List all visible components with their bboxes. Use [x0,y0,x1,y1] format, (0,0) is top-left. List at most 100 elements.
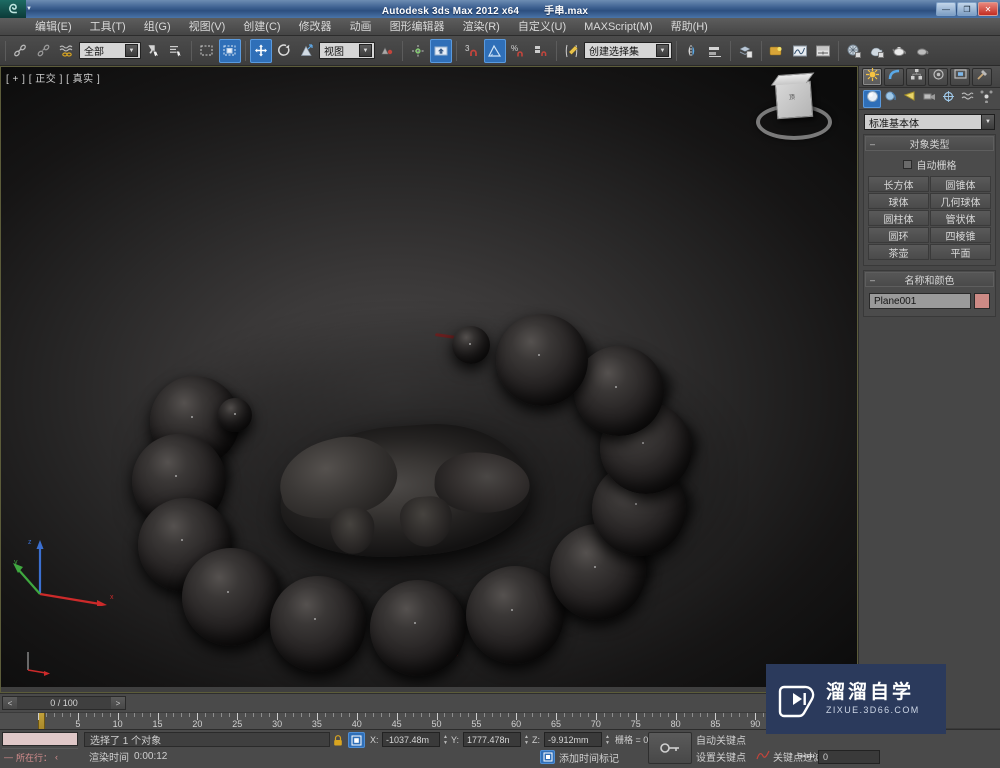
object-type-header[interactable]: – 对象类型 [865,136,994,151]
select-and-scale-button[interactable] [296,39,318,63]
selection-lock-toggle-button[interactable] [330,733,346,747]
auto-key-button[interactable]: 自动关键点 [696,732,746,747]
lights-category[interactable] [901,90,919,108]
current-frame-field[interactable]: 0 [818,750,880,764]
menu-item-2[interactable]: 组(G) [135,18,180,36]
named-selection-set-combo[interactable]: 创建选择集 ▼ [584,42,672,59]
object-type-button-8[interactable]: 茶壶 [868,244,929,260]
material-editor-button[interactable] [812,39,834,63]
geometry-category[interactable] [863,89,882,108]
render-iterative-button[interactable] [912,39,934,63]
coord-y-value[interactable]: 1777.478n [463,732,521,747]
utilities-tab[interactable] [972,67,992,86]
object-type-button-1[interactable]: 圆锥体 [930,176,991,192]
shapes-category[interactable] [882,90,900,108]
name-and-color-header[interactable]: – 名称和颜色 [865,272,994,287]
select-and-rotate-button[interactable] [273,39,295,63]
chevron-down-icon[interactable]: ▼ [125,44,138,57]
space-warps-category[interactable] [959,90,977,108]
object-type-button-0[interactable]: 长方体 [868,176,929,192]
timeline-ruler[interactable]: 5 10 15 20 25 30 35 40 45 50 55 60 65 70 75 80 85 90 [0,712,858,730]
object-type-button-5[interactable]: 管状体 [930,210,991,226]
coord-y-spinner[interactable]: ▲ ▼ [523,732,530,747]
menu-item-3[interactable]: 视图(V) [180,18,235,36]
rendered-frame-window-button[interactable] [866,39,888,63]
menu-item-11[interactable]: 帮助(H) [662,18,717,36]
select-and-manipulate-button[interactable] [430,38,452,63]
render-setup-button[interactable] [843,39,865,63]
systems-category[interactable] [978,90,996,108]
use-pivot-point-center-button[interactable] [376,39,398,63]
set-key-button[interactable]: 设置关键点 [696,749,746,764]
add-time-tag-row[interactable]: 添加时间标记 [540,749,619,765]
coord-x-value[interactable]: -1037.48m [382,732,440,747]
object-type-button-2[interactable]: 球体 [868,193,929,209]
angle-snap-toggle-button[interactable] [484,38,506,63]
menu-item-4[interactable]: 创建(C) [234,18,289,36]
menu-item-9[interactable]: 自定义(U) [509,18,575,36]
menu-item-1[interactable]: 工具(T) [81,18,135,36]
autogrid-checkbox[interactable] [902,160,912,169]
coord-y-field[interactable]: Y: 1777.478n ▲ ▼ [451,732,530,747]
object-type-button-6[interactable]: 圆环 [868,227,929,243]
bind-to-space-warp-button[interactable] [56,39,78,63]
layer-manager-button[interactable] [735,39,757,63]
helpers-category[interactable] [940,90,958,108]
coord-z-spinner[interactable]: ▲ ▼ [604,732,611,747]
maxscript-mini-listener[interactable] [2,732,78,746]
app-logo-button[interactable]: ᘓ [0,0,26,18]
menu-item-6[interactable]: 动画 [341,18,381,36]
coord-x-spinner[interactable]: ▲ ▼ [442,732,449,747]
schematic-view-button[interactable] [789,39,811,63]
display-tab[interactable] [950,67,970,86]
maximize-button[interactable]: ❐ [957,2,977,16]
time-slider-playhead[interactable] [38,713,45,730]
chevron-down-icon[interactable]: ▼ [981,115,994,129]
modify-tab[interactable] [884,67,904,86]
menu-item-5[interactable]: 修改器 [290,18,341,36]
use-selection-center-button[interactable] [407,39,429,63]
render-production-button[interactable] [889,39,911,63]
autogrid-row[interactable]: 自动栅格 [868,157,991,172]
align-button[interactable] [704,39,726,63]
menu-item-10[interactable]: MAXScript(M) [575,18,661,36]
chevron-down-icon[interactable]: ▼ [359,44,372,57]
select-and-move-button[interactable] [250,38,272,63]
motion-tab[interactable] [928,67,948,86]
object-type-button-9[interactable]: 平面 [930,244,991,260]
snaps-toggle-button[interactable]: 3 [461,39,483,63]
coord-z-value[interactable]: -9.912mm [544,732,602,747]
window-crossing-toggle-button[interactable] [219,38,241,63]
collapse-icon[interactable]: – [870,275,875,285]
mirror-button[interactable] [681,39,703,63]
select-and-link-button[interactable] [10,39,32,63]
close-button[interactable]: ✕ [978,2,998,16]
object-type-button-3[interactable]: 几何球体 [930,193,991,209]
edit-named-selection-sets-button[interactable] [561,39,583,63]
cameras-category[interactable] [920,90,938,108]
hierarchy-tab[interactable] [906,67,926,86]
reference-coordinate-system-combo[interactable]: 视图 ▼ [319,42,375,59]
create-tab[interactable] [862,67,882,86]
view-cube-box[interactable]: 顶 [770,72,815,120]
absolute-relative-coord-toggle-button[interactable] [348,732,365,748]
subcategory-combo[interactable]: 标准基本体 ▼ [864,114,995,130]
menu-item-7[interactable]: 图形编辑器 [381,18,454,36]
view-cube-top-face[interactable] [770,72,815,86]
quick-access-caret-icon[interactable]: ▼ [26,0,34,18]
add-time-tag-icon[interactable] [540,750,555,764]
prev-frame-button[interactable]: < [3,697,17,709]
unlink-selection-button[interactable] [33,39,55,63]
rectangular-selection-region-button[interactable] [196,39,218,63]
object-type-button-7[interactable]: 四棱锥 [930,227,991,243]
set-key-curve-icon[interactable] [756,749,770,764]
spinner-snap-toggle-button[interactable] [530,39,552,63]
coord-z-field[interactable]: Z: -9.912mm ▲ ▼ [532,732,611,747]
key-mode-toggle-button[interactable] [648,732,692,764]
menu-item-0[interactable]: 编辑(E) [26,18,81,36]
select-object-button[interactable] [142,39,164,63]
collapse-icon[interactable]: – [870,139,875,149]
select-by-name-button[interactable] [165,39,187,63]
menu-item-8[interactable]: 渲染(R) [454,18,509,36]
key-step-icon[interactable]: ⏮⏭ [798,751,814,762]
